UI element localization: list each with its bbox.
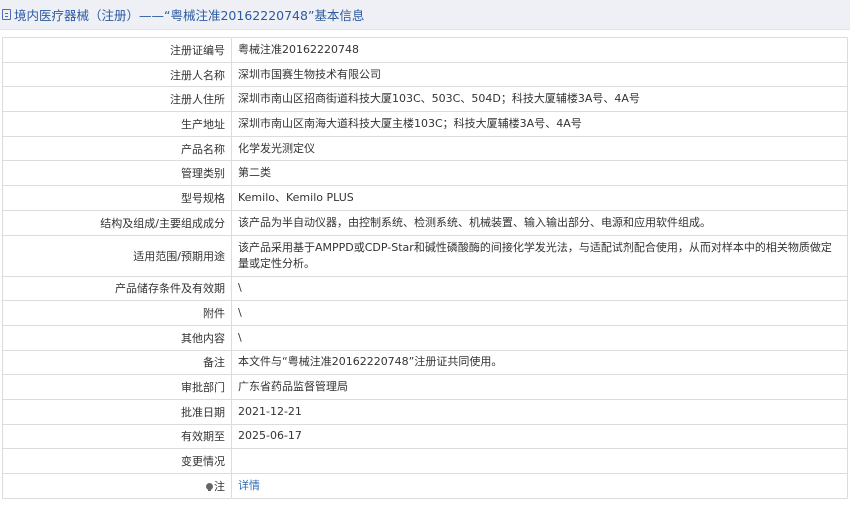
table-row-remarks: 备注 本文件与“粤械注准20162220748”注册证共同使用。: [2, 349, 848, 376]
table-row-storage: 产品储存条件及有效期 \: [2, 275, 848, 302]
row-label: 有效期至: [2, 423, 232, 450]
row-value: Kemilo、Kemilo PLUS: [231, 185, 848, 211]
table-row-registration-number: 注册证编号 粤械注准20162220748: [2, 37, 848, 63]
page-header: 境内医疗器械（注册）——“粤械注准20162220748”基本信息: [0, 0, 850, 30]
table-row-intended-use: 适用范围/预期用途 该产品采用基于AMPPD或CDP-Star和碱性磷酸酶的间接…: [2, 234, 848, 277]
row-label: 备注: [2, 349, 232, 376]
row-label: 注册人住所: [2, 86, 232, 113]
row-value: 深圳市南山区南海大道科技大厦主楼103C；科技大厦辅楼3A号、4A号: [231, 111, 848, 137]
details-link[interactable]: 详情: [238, 479, 260, 492]
lightbulb-icon: [206, 482, 213, 491]
table-row-valid-until: 有效期至 2025-06-17: [2, 423, 848, 450]
row-label: 产品名称: [2, 135, 232, 162]
row-value: 2025-06-17: [231, 423, 848, 450]
row-value: 粤械注准20162220748: [231, 37, 848, 63]
table-row-model-spec: 型号规格 Kemilo、Kemilo PLUS: [2, 185, 848, 211]
row-value: 2021-12-21: [231, 398, 848, 425]
row-label: 批准日期: [2, 398, 232, 425]
row-value: \: [231, 300, 848, 326]
row-label: 注册人名称: [2, 61, 232, 88]
table-row-registrant-name: 注册人名称 深圳市国赛生物技术有限公司: [2, 61, 848, 88]
row-label: 结构及组成/主要组成成分: [2, 209, 232, 236]
row-label: 产品储存条件及有效期: [2, 275, 232, 302]
note-label: 注: [214, 479, 225, 493]
row-value: 本文件与“粤械注准20162220748”注册证共同使用。: [231, 349, 848, 376]
row-value: 该产品为半自动仪器，由控制系统、检测系统、机械装置、输入输出部分、电源和应用软件…: [231, 209, 848, 236]
row-value: 广东省药品监督管理局: [231, 374, 848, 400]
document-icon: [2, 9, 11, 20]
row-value: 第二类: [231, 160, 848, 187]
row-value: \: [231, 275, 848, 302]
row-value: 化学发光测定仪: [231, 135, 848, 162]
table-row-registrant-address: 注册人住所 深圳市南山区招商街道科技大厦103C、503C、504D；科技大厦辅…: [2, 86, 848, 113]
table-row-approval-date: 批准日期 2021-12-21: [2, 398, 848, 425]
row-label: 管理类别: [2, 160, 232, 187]
row-value: 深圳市南山区招商街道科技大厦103C、503C、504D；科技大厦辅楼3A号、4…: [231, 86, 848, 113]
row-value: [231, 448, 848, 474]
table-row-management-category: 管理类别 第二类: [2, 160, 848, 187]
info-table: 注册证编号 粤械注准20162220748 注册人名称 深圳市国赛生物技术有限公…: [2, 37, 848, 499]
table-row-product-name: 产品名称 化学发光测定仪: [2, 135, 848, 162]
table-row-changes: 变更情况: [2, 448, 848, 474]
table-row-structure: 结构及组成/主要组成成分 该产品为半自动仪器，由控制系统、检测系统、机械装置、输…: [2, 209, 848, 236]
row-value: \: [231, 324, 848, 351]
row-label: 生产地址: [2, 111, 232, 137]
row-value: 详情: [231, 473, 848, 499]
row-label: 注册证编号: [2, 37, 232, 63]
table-row-other: 其他内容 \: [2, 324, 848, 351]
row-value: 深圳市国赛生物技术有限公司: [231, 61, 848, 88]
row-value: 该产品采用基于AMPPD或CDP-Star和碱性磷酸酶的间接化学发光法，与适配试…: [231, 234, 848, 277]
page-title: 境内医疗器械（注册）——“粤械注准20162220748”基本信息: [14, 8, 365, 23]
table-row-production-address: 生产地址 深圳市南山区南海大道科技大厦主楼103C；科技大厦辅楼3A号、4A号: [2, 111, 848, 137]
row-label: 审批部门: [2, 374, 232, 400]
row-label: 适用范围/预期用途: [2, 234, 232, 277]
row-label: 型号规格: [2, 185, 232, 211]
row-label: 变更情况: [2, 448, 232, 474]
table-row-note: 注 详情: [2, 473, 848, 499]
table-row-attachment: 附件 \: [2, 300, 848, 326]
row-label-note: 注: [2, 473, 232, 499]
row-label: 其他内容: [2, 324, 232, 351]
table-row-approval-dept: 审批部门 广东省药品监督管理局: [2, 374, 848, 400]
row-label: 附件: [2, 300, 232, 326]
